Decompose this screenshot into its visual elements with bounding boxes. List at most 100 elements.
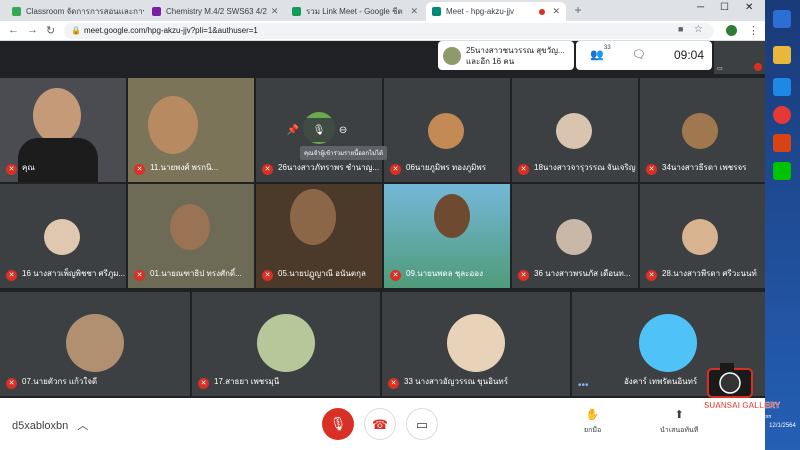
participant-name: 36 นางสาวพรนภัส เดือนท... [534,269,631,278]
avatar [18,138,98,182]
raise-hand-button[interactable]: ✋ ยกมือ [584,408,601,436]
chrome-icon[interactable] [773,106,791,124]
watermark-logo: SUANSAI GALLERY By Saksarat Pattanakorn [700,355,800,440]
participant-tile[interactable]: ✕ 28.นางสาวพีรดา ศรีวะนนท์ [640,184,765,288]
participant-name: 09.นายนพดล ชุละออง [406,269,483,278]
meeting-clock: 09:04 [674,48,705,62]
participant-name: 34นางสาวธีรดา เพชรจร [662,163,747,172]
avatar [428,113,464,149]
muted-mic-icon: ✕ [518,270,529,281]
chat-icon[interactable]: 🗨 [632,48,646,61]
participant-tile[interactable]: ✕ คุณ [0,78,126,182]
mic-toggle-button[interactable]: 🎙 [322,408,354,440]
participant-name: 07.นายตัวกร แก้วใจดี [22,377,98,386]
muted-mic-icon: ✕ [390,164,401,175]
muted-mic-icon: ✕ [646,270,657,281]
present-now-button[interactable]: ⬆ นำเสนอทันที [660,408,698,436]
avatar [44,219,80,255]
meet-tools: 👥 33 🗨 09:04 [576,41,712,70]
tile-actions: 📌 🎙 ⊖ [280,118,354,142]
camera-logo-icon [707,363,753,398]
muted-mic-icon [754,63,762,71]
participant-name: 01.นายณฑาธิป ทรงศักดิ์... [150,269,242,278]
avatar [148,96,198,154]
tab-title: Meet - hpg-akzu-jjv [446,7,515,16]
chevron-up-icon: ︿ [77,420,89,432]
avatar [33,88,81,143]
participant-tile[interactable]: ✕ 33 นางสาวอัญวรรณ ขุนอินทร์ [382,292,570,396]
tab-classroom[interactable]: Classroom จัดการการสอนและการเรียนรู้ ✕ [6,2,144,21]
participant-tile[interactable]: ✕ 05.นายปฏูญาณี อนันตกุล [256,184,382,288]
folder-icon[interactable] [773,46,791,64]
participant-name: 17.สาธยา เพชรมุนี [214,377,280,386]
avatar [434,194,470,238]
participant-tile[interactable]: ✕ 36 นางสาวพรนภัส เดือนท... [512,184,638,288]
participant-tile[interactable]: ✕ 07.นายตัวกร แก้วใจดี [0,292,190,396]
hand-icon: ✋ [585,409,600,421]
back-icon[interactable]: ← [8,24,19,36]
avatar [170,204,210,250]
watermark-title: SUANSAI GALLERY [704,401,781,410]
reload-icon[interactable]: ↻ [46,24,55,37]
tab-title: รวม Link Meet - Google ชีต [306,7,403,16]
minimize-icon[interactable]: ─ [697,2,704,13]
notification-line: และอีก 16 คน [466,56,515,66]
tooltip: คุณจำผู้เข้าร่วมรายนี้ออกไม่ได้ [300,146,387,160]
mute-participant-icon[interactable]: 🎙 [313,125,326,136]
participant-tile[interactable]: ✕ 06นายภูมิพร ทองภูมิพร [384,78,510,182]
close-tab-icon[interactable]: ✕ [406,6,418,17]
avatar [290,189,336,245]
url-input[interactable]: 🔒 meet.google.com/hpg-akzu-jjv?pli=1&aut… [64,23,714,39]
participant-name: 33 นางสาวอัญวรรณ ขุนอินทร์ [404,377,508,386]
participants-icon[interactable]: 👥 [590,48,604,61]
participant-tile[interactable]: ✕ 17.สาธยา เพชรมุนี [192,292,380,396]
maximize-icon[interactable]: ☐ [720,2,729,13]
participant-name: อังคาร์ เทพรัตนอินทร์ [624,377,698,386]
participant-tile[interactable]: ✕ 34นางสาวธีรดา เพชรจร [640,78,765,182]
participant-name: 26นางสาวภัทราพร ชำนาญ... [278,163,380,172]
line-app-icon[interactable] [773,162,791,180]
muted-mic-icon: ✕ [134,270,145,281]
participant-tile[interactable]: ✕ 01.นายณฑาธิป ทรงศักดิ์... [128,184,254,288]
camera-toggle-button[interactable]: ▭ [406,408,438,440]
lock-icon: 🔒 [71,26,81,35]
close-tab-icon[interactable]: ✕ [548,6,560,17]
participant-name: 06นายภูมิพร ทองภูมิพร [406,163,486,172]
new-tab-button[interactable]: + [571,3,585,17]
participant-tile[interactable]: ✕ 11.นายพงศ์ พรกนิ... [128,78,254,182]
meeting-code: d5xabloxbn [12,420,69,432]
leave-call-button[interactable]: ☎ [364,408,396,440]
remove-participant-icon[interactable]: ⊖ [339,125,347,136]
media-player-icon[interactable] [773,78,791,96]
present-label: นำเสนอทันที [660,427,699,434]
participant-name: 16 นางสาวเพ็ญพิชชา ศรีภูม... [22,269,126,278]
pin-icon[interactable]: 📌 [287,125,299,136]
powerpoint-icon[interactable] [773,134,791,152]
close-window-icon[interactable]: ✕ [745,2,753,13]
participant-tile[interactable]: ✕ 16 นางสาวเพ็ญพิชชา ศรีภูม... [0,184,126,288]
forward-icon[interactable]: → [27,24,38,36]
participant-tile[interactable]: ✕ 18นางสาวจารุวรรณ จันเจริญ [512,78,638,182]
present-icon: ⬆ [674,409,684,421]
muted-mic-icon: ✕ [388,378,399,389]
participant-tile[interactable]: ✕ 09.นายนพดล ชุละออง [384,184,510,288]
notification-line: 25นางสาวชนวรรณ สุขวัญ... [466,45,565,55]
muted-mic-icon: ✕ [518,164,529,175]
camera-permission-icon[interactable]: ■ [678,24,683,34]
tab-title: Chemistry M.4/2 SWS63 4/2 [166,7,267,16]
tab-sheets[interactable]: รวม Link Meet - Google ชีต ✕ [286,2,424,21]
close-tab-icon[interactable]: ✕ [267,6,279,17]
meeting-details-button[interactable]: d5xabloxbn ︿ [12,417,88,433]
muted-mic-icon: ✕ [262,270,273,281]
sheets-favicon-icon [292,7,301,16]
muted-mic-icon: ✕ [6,270,17,281]
avatar [682,113,718,149]
tab-chemistry[interactable]: Chemistry M.4/2 SWS63 4/2 ✕ [146,2,284,21]
bookmark-star-icon[interactable]: ☆ [694,24,703,35]
profile-avatar[interactable] [726,25,737,36]
tab-meet[interactable]: Meet - hpg-akzu-jjv ✕ [426,2,566,21]
self-view-tile[interactable]: ▭ [714,41,765,74]
participant-name: 11.นายพงศ์ พรกนิ... [150,163,219,172]
start-icon[interactable] [773,10,791,28]
menu-icon[interactable]: ⋮ [748,24,759,37]
